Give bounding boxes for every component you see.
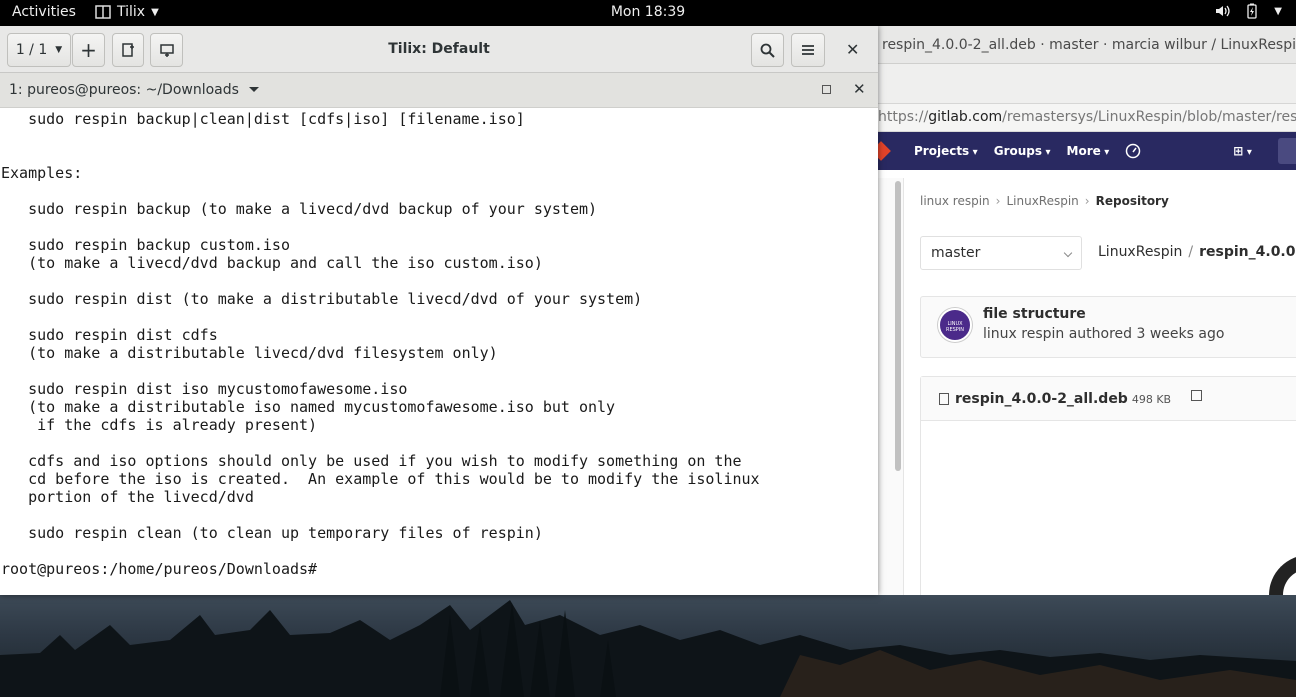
browser-window[interactable]: respin_4.0.0-2_all.deb · master · marcia…: [878, 26, 1296, 595]
avatar[interactable]: LINUX RESPIN: [938, 308, 972, 342]
gitlab-nav: Projects Groups More ⊞: [878, 132, 1296, 170]
url-path: /remastersys/LinuxRespin/blob/master/res…: [1002, 109, 1296, 125]
url-host: gitlab.com: [928, 109, 1003, 125]
breadcrumb-separator: ›: [995, 194, 1001, 208]
activity-gauge-icon[interactable]: [1125, 143, 1141, 159]
volume-icon: [1216, 5, 1230, 17]
file-name: respin_4.0.0-2_all.deb: [955, 391, 1128, 407]
url-prefix: https://: [878, 109, 929, 125]
breadcrumb-item[interactable]: linux respin: [920, 194, 990, 208]
terminal-title-menu[interactable]: 1: pureos@pureos: ~/Downloads: [9, 82, 259, 98]
chevron-down-icon: ▼: [1274, 5, 1282, 17]
file-path: LinuxRespin / respin_4.0.0-2_a: [1098, 244, 1296, 260]
tilix-headerbar: 1 / 1 ▼ + Tilix: Default ✕: [0, 26, 878, 73]
last-commit-box: LINUX RESPIN file structure linux respin…: [920, 296, 1296, 358]
clock[interactable]: Mon 18:39: [0, 4, 1296, 20]
terminal-text[interactable]: sudo respin backup|clean|dist [cdfs|iso]…: [0, 110, 878, 578]
gitlab-main: linux respin › LinuxRespin › Repository mast…: [920, 178, 1296, 595]
browser-title: respin_4.0.0-2_all.deb · master · marcia…: [878, 26, 1296, 64]
gitlab-search-box[interactable]: [1278, 138, 1296, 164]
path-file: respin_4.0.0-2_a: [1199, 244, 1296, 260]
breadcrumb-item[interactable]: LinuxRespin: [1006, 194, 1078, 208]
file-header: respin_4.0.0-2_all.deb 498 KB: [921, 377, 1296, 421]
terminal-titlebar: 1: pureos@pureos: ~/Downloads ✕: [0, 73, 878, 108]
hamburger-menu-icon: [802, 45, 814, 55]
browser-toolbar: [878, 64, 1296, 104]
path-root-link[interactable]: LinuxRespin: [1098, 244, 1182, 260]
window-title: Tilix: Default: [388, 41, 490, 57]
file-size: 498 KB: [1131, 393, 1172, 406]
nav-projects[interactable]: Projects: [914, 144, 978, 158]
new-item-plus-icon[interactable]: ⊞: [1233, 144, 1252, 158]
battery-icon: [1247, 3, 1257, 19]
sidebar-scrollbar[interactable]: [895, 181, 901, 471]
breadcrumb-current[interactable]: Repository: [1096, 194, 1169, 208]
close-window-button[interactable]: ✕: [846, 40, 859, 59]
path-separator: /: [1188, 244, 1194, 260]
find-button[interactable]: [751, 33, 784, 67]
breadcrumb: linux respin › LinuxRespin › Repository: [920, 194, 1169, 208]
maximize-terminal-icon[interactable]: [822, 85, 831, 94]
url-bar[interactable]: https://gitlab.com/remastersys/LinuxResp…: [878, 104, 1296, 132]
search-icon: [760, 43, 775, 58]
tilix-window[interactable]: 1 / 1 ▼ + Tilix: Default ✕ 1: pureos@pur…: [0, 26, 878, 595]
system-tray[interactable]: ▼: [1214, 3, 1282, 19]
nav-more[interactable]: More: [1067, 144, 1110, 158]
commit-meta: linux respin authored 3 weeks ago: [983, 326, 1225, 342]
breadcrumb-separator: ›: [1084, 194, 1090, 208]
close-terminal-icon[interactable]: ✕: [853, 80, 866, 98]
file-viewer: respin_4.0.0-2_all.deb 498 KB: [920, 376, 1296, 595]
file-icon: [939, 393, 949, 405]
gitlab-logo-icon[interactable]: [878, 141, 891, 161]
nav-groups[interactable]: Groups: [994, 144, 1051, 158]
desktop-wallpaper: [0, 595, 1296, 697]
menu-button[interactable]: [791, 33, 825, 67]
branch-select[interactable]: master: [920, 236, 1082, 270]
commit-title[interactable]: file structure: [983, 306, 1086, 322]
terminal-output[interactable]: sudo respin backup|clean|dist [cdfs|iso]…: [0, 109, 878, 595]
close-icon: ✕: [846, 40, 860, 59]
gnome-top-bar: Activities Tilix ▼ Mon 18:39 ▼: [0, 0, 1296, 26]
loading-spinner-icon: [1269, 555, 1296, 595]
copy-icon[interactable]: [1191, 390, 1203, 401]
